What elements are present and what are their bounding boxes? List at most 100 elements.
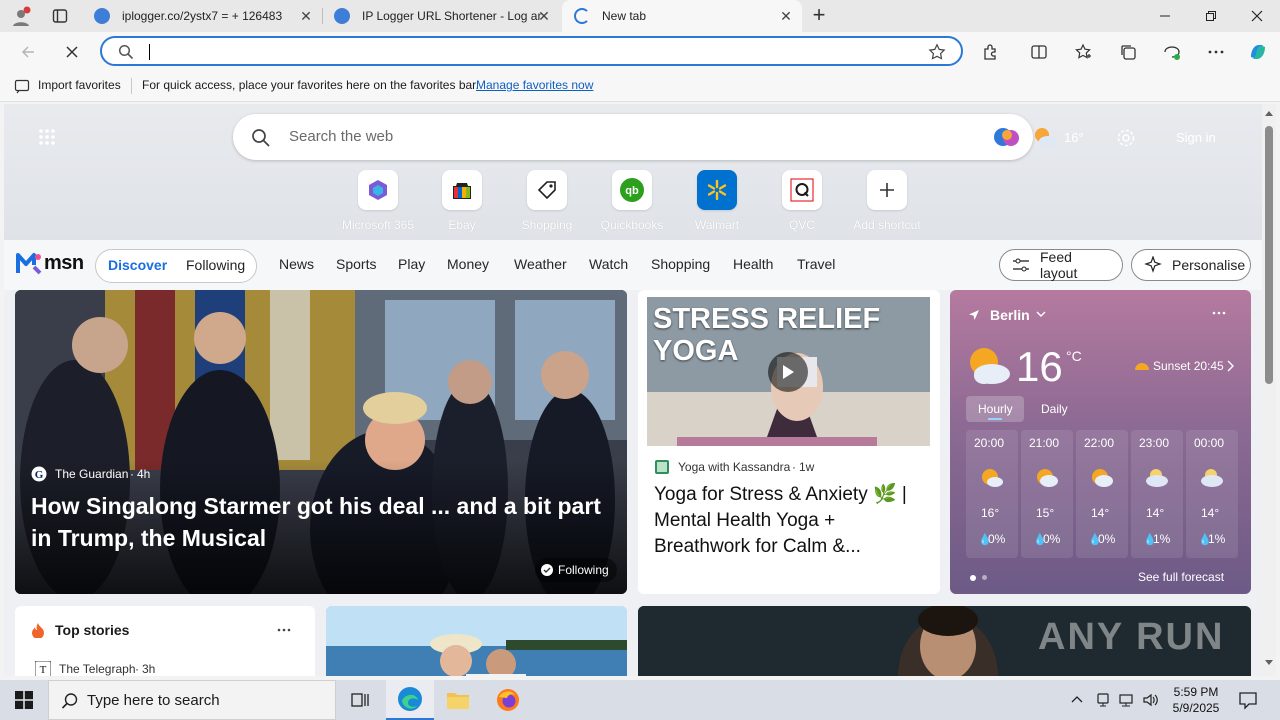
nav-travel[interactable]: Travel (797, 256, 835, 272)
tab-hourly[interactable]: Hourly (966, 396, 1024, 422)
weather-city[interactable]: Berlin (990, 307, 1030, 323)
volume-icon[interactable] (1142, 692, 1160, 708)
taskbar-search[interactable]: Type here to search (48, 680, 336, 720)
video-story-card-2[interactable]: ANY RUN (638, 606, 1251, 676)
back-button[interactable] (14, 38, 42, 66)
firefox-icon[interactable] (484, 680, 532, 720)
web-search-box[interactable]: Search the web (233, 114, 1033, 160)
scroll-up-icon[interactable] (1265, 110, 1273, 116)
hour-time: 00:00 (1194, 436, 1225, 450)
extensions-icon[interactable] (977, 38, 1005, 66)
more-options-icon[interactable] (277, 628, 291, 632)
video-headline[interactable]: Yoga for Stress & Anxiety 🌿 | Mental Hea… (654, 482, 930, 560)
shortcut-quickbooks[interactable]: qb Quickbooks (592, 170, 672, 232)
page-scrollbar[interactable] (1262, 104, 1276, 676)
copilot-search-icon[interactable] (993, 125, 1021, 149)
system-clock[interactable]: 5:59 PM 5/9/2025 (1168, 684, 1224, 716)
video-story-card[interactable]: STRESS RELIEF YOGA Yoga with Kassandra ·… (638, 290, 940, 594)
play-icon[interactable] (768, 352, 808, 392)
tab-actions-icon[interactable] (52, 8, 68, 24)
hero-story-card[interactable]: G The Guardian · 4h How Singalong Starme… (15, 290, 627, 594)
nav-health[interactable]: Health (733, 256, 773, 272)
video-thumbnail[interactable]: STRESS RELIEF YOGA (647, 297, 930, 446)
hour-column[interactable]: 00:00 14° 💧 1% (1186, 430, 1238, 558)
weather-sun-icon[interactable] (1032, 126, 1058, 148)
carousel-dot-active[interactable] (970, 575, 976, 581)
nav-money[interactable]: Money (447, 256, 489, 272)
address-input[interactable] (148, 42, 908, 62)
hour-time: 21:00 (1029, 436, 1060, 450)
nav-sports[interactable]: Sports (336, 256, 376, 272)
close-tab-icon[interactable]: ✕ (778, 8, 794, 24)
shortcut-qvc[interactable]: QVC (762, 170, 842, 232)
hour-column[interactable]: 22:00 14° 💧 0% (1076, 430, 1128, 558)
app-launcher-icon[interactable] (38, 128, 56, 146)
tab-iplogger[interactable]: iplogger.co/2ystx7 = + 126483 ✕ (82, 0, 322, 32)
stop-loading-button[interactable] (58, 38, 86, 66)
edge-taskbar-icon[interactable] (386, 680, 434, 720)
personalise-button[interactable]: Personalise (1131, 249, 1251, 281)
hour-column[interactable]: 23:00 14° 💧 1% (1131, 430, 1183, 558)
close-tab-icon[interactable]: ✕ (536, 8, 552, 24)
start-button[interactable] (0, 680, 48, 720)
network-icon[interactable] (1118, 692, 1134, 708)
feed-layout-button[interactable]: Feed layout (999, 249, 1123, 281)
file-explorer-icon[interactable] (434, 680, 482, 720)
tray-chevron-up-icon[interactable] (1071, 694, 1083, 704)
sunset-icon (1134, 360, 1150, 372)
scroll-down-icon[interactable] (1265, 660, 1273, 666)
favorite-star-icon[interactable] (928, 43, 946, 61)
more-menu-icon[interactable] (1202, 38, 1230, 66)
close-tab-icon[interactable]: ✕ (298, 8, 314, 24)
split-screen-icon[interactable] (1025, 38, 1053, 66)
hour-precip: 1% (1208, 532, 1226, 546)
restore-button[interactable] (1188, 0, 1234, 32)
nav-shopping[interactable]: Shopping (651, 256, 710, 272)
msn-logo-text[interactable]: msn (44, 252, 84, 275)
tab-following[interactable]: Following (186, 257, 245, 273)
notifications-icon[interactable] (1238, 690, 1258, 710)
carousel-dot[interactable] (982, 575, 987, 580)
manage-favorites-link[interactable]: Manage favorites now (476, 78, 593, 92)
profile-icon[interactable] (10, 6, 32, 28)
msn-logo-icon[interactable] (16, 249, 44, 275)
msn-nav: msn Discover Following News Sports Play … (4, 240, 1262, 290)
settings-gear-icon[interactable] (1116, 128, 1136, 148)
scrollbar-thumb[interactable] (1265, 126, 1273, 384)
close-window-button[interactable] (1234, 0, 1280, 32)
import-favorites-button[interactable]: Import favorites (38, 78, 121, 92)
sign-in-button[interactable]: Sign in (1176, 130, 1216, 145)
nav-weather[interactable]: Weather (514, 256, 567, 272)
tab-daily[interactable]: Daily (1026, 396, 1084, 422)
tab-discover[interactable]: Discover (108, 257, 167, 273)
lifestyle-story-card[interactable] (326, 606, 627, 676)
story-headline[interactable]: How Singalong Starmer got his deal ... a… (31, 490, 621, 554)
nav-news[interactable]: News (279, 256, 314, 272)
see-full-forecast-link[interactable]: See full forecast (1138, 570, 1224, 584)
chevron-down-icon[interactable] (1036, 309, 1046, 319)
shortcut-add[interactable]: Add shortcut (847, 170, 927, 232)
minimize-button[interactable] (1142, 0, 1188, 32)
shortcut-walmart[interactable]: Walmart (677, 170, 757, 232)
nav-watch[interactable]: Watch (589, 256, 628, 272)
performance-icon[interactable] (1158, 38, 1186, 66)
hour-column[interactable]: 21:00 15° 💧 0% (1021, 430, 1073, 558)
new-tab-button[interactable]: + (808, 4, 830, 28)
hour-column[interactable]: 20:00 16° 💧 0% (966, 430, 1018, 558)
following-badge[interactable]: Following (535, 558, 617, 582)
task-view-icon[interactable] (336, 680, 384, 720)
tab-ip-logger-shortener[interactable]: IP Logger URL Shortener - Log an ✕ (322, 0, 560, 32)
address-bar[interactable] (100, 36, 963, 66)
shortcut-microsoft-365[interactable]: Microsoft 365 (338, 170, 418, 232)
favorites-icon[interactable] (1069, 38, 1097, 66)
nav-play[interactable]: Play (398, 256, 425, 272)
collections-icon[interactable] (1114, 38, 1142, 66)
weather-card[interactable]: Berlin 16 °C Sunset 20:45 Hourly Daily 2… (950, 290, 1251, 594)
chevron-right-icon[interactable] (1226, 360, 1234, 372)
device-icon[interactable] (1095, 692, 1111, 708)
shortcut-shopping[interactable]: Shopping (507, 170, 587, 232)
shortcut-ebay[interactable]: Ebay (422, 170, 502, 232)
weather-more-icon[interactable] (1212, 310, 1226, 316)
copilot-icon[interactable] (1244, 38, 1272, 66)
tab-new-tab[interactable]: New tab ✕ (562, 0, 802, 32)
